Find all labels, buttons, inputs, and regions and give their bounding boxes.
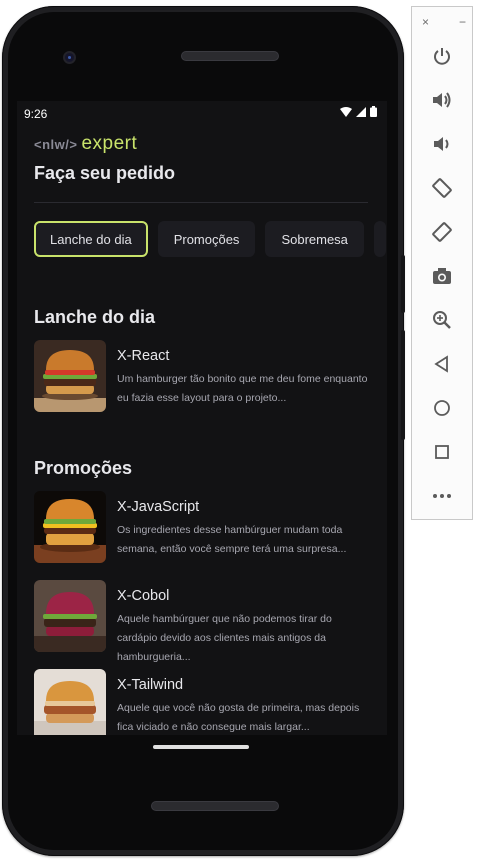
volume-up-icon bbox=[433, 92, 451, 108]
section-title: Promoções bbox=[34, 458, 133, 478]
page-title: Faça seu pedido bbox=[34, 163, 176, 183]
logo-code: <nlw/> bbox=[34, 137, 78, 152]
product-name: X-React bbox=[117, 348, 170, 364]
power-icon bbox=[434, 48, 450, 65]
overview-icon bbox=[435, 445, 449, 459]
close-icon[interactable]: × bbox=[422, 15, 429, 31]
battery-icon bbox=[370, 106, 377, 117]
logo-word: expert bbox=[81, 133, 138, 154]
product-name: X-Cobol bbox=[117, 588, 170, 604]
bottom-speaker bbox=[151, 801, 279, 811]
home-button[interactable] bbox=[428, 394, 456, 422]
app-content: <nlw/> expert Faça seu pedido Lanche do … bbox=[17, 125, 387, 735]
camera-icon bbox=[433, 268, 451, 284]
overview-button[interactable] bbox=[428, 438, 456, 466]
power-button[interactable] bbox=[428, 42, 456, 70]
section-title: Lanche do dia bbox=[34, 307, 156, 327]
burger-image bbox=[34, 580, 106, 652]
back-button[interactable] bbox=[428, 350, 456, 378]
burger-image bbox=[34, 340, 106, 412]
rotate-left-button[interactable] bbox=[428, 174, 456, 202]
emulator-toolbar: × − bbox=[411, 6, 473, 520]
app-logo: <nlw/> expert bbox=[34, 133, 137, 155]
home-icon bbox=[434, 400, 450, 416]
volume-down-button[interactable] bbox=[428, 130, 456, 158]
volume-up-button[interactable] bbox=[428, 86, 456, 114]
product-description: Aquele que você não gosta de primeira, m… bbox=[117, 702, 360, 733]
earpiece-speaker bbox=[181, 51, 279, 61]
header-divider bbox=[34, 202, 368, 203]
phone-side-button bbox=[401, 330, 405, 440]
category-tabs: Lanche do dia Promoções Sobremesa bbox=[34, 221, 386, 257]
status-time: 9:26 bbox=[24, 107, 48, 121]
front-camera bbox=[63, 51, 76, 64]
product-item[interactable]: X-JavaScript Os ingredientes desse hambú… bbox=[34, 491, 370, 563]
tab-promocoes[interactable]: Promoções bbox=[157, 221, 256, 257]
zoom-icon bbox=[433, 311, 451, 329]
back-icon bbox=[434, 355, 448, 373]
gesture-bar[interactable] bbox=[153, 745, 249, 749]
tab-lanche-do-dia[interactable]: Lanche do dia bbox=[34, 221, 148, 257]
product-description: Um hamburger tão bonito que me deu fome … bbox=[117, 373, 368, 404]
signal-icon bbox=[356, 106, 366, 117]
tab-next-partial[interactable] bbox=[373, 221, 386, 257]
rotate-right-icon bbox=[432, 222, 452, 242]
emulator-window: 9:26 <nlw/> expert Faça seu pedido Lanch… bbox=[0, 0, 485, 861]
product-description: Os ingredientes desse hambúrguer mudam t… bbox=[117, 524, 347, 555]
product-description: Aquele hambúrguer que não podemos tirar … bbox=[117, 613, 332, 663]
rotate-left-icon bbox=[432, 178, 452, 198]
product-name: X-JavaScript bbox=[117, 499, 200, 515]
toolbar-window-controls: × − bbox=[422, 15, 466, 31]
product-item[interactable]: X-Cobol Aquele hambúrguer que não podemo… bbox=[34, 580, 370, 663]
product-item[interactable]: X-Tailwind Aquele que você não gosta de … bbox=[34, 669, 370, 735]
screenshot-button[interactable] bbox=[428, 262, 456, 290]
rotate-right-button[interactable] bbox=[428, 218, 456, 246]
burger-image bbox=[34, 669, 106, 735]
more-icon bbox=[433, 494, 451, 498]
zoom-button[interactable] bbox=[428, 306, 456, 334]
more-button[interactable] bbox=[428, 482, 456, 510]
minimize-icon[interactable]: − bbox=[459, 15, 466, 31]
phone-screen: 9:26 <nlw/> expert Faça seu pedido Lanch… bbox=[17, 101, 387, 735]
tab-sobremesa[interactable]: Sobremesa bbox=[265, 221, 364, 257]
phone-side-button bbox=[401, 255, 405, 313]
burger-image bbox=[34, 491, 106, 563]
status-icons bbox=[340, 106, 377, 117]
wifi-icon bbox=[340, 106, 352, 117]
product-item[interactable]: X-React Um hamburger tão bonito que me d… bbox=[34, 340, 370, 412]
product-name: X-Tailwind bbox=[117, 677, 184, 693]
volume-down-icon bbox=[434, 137, 449, 151]
status-bar: 9:26 bbox=[17, 101, 387, 125]
